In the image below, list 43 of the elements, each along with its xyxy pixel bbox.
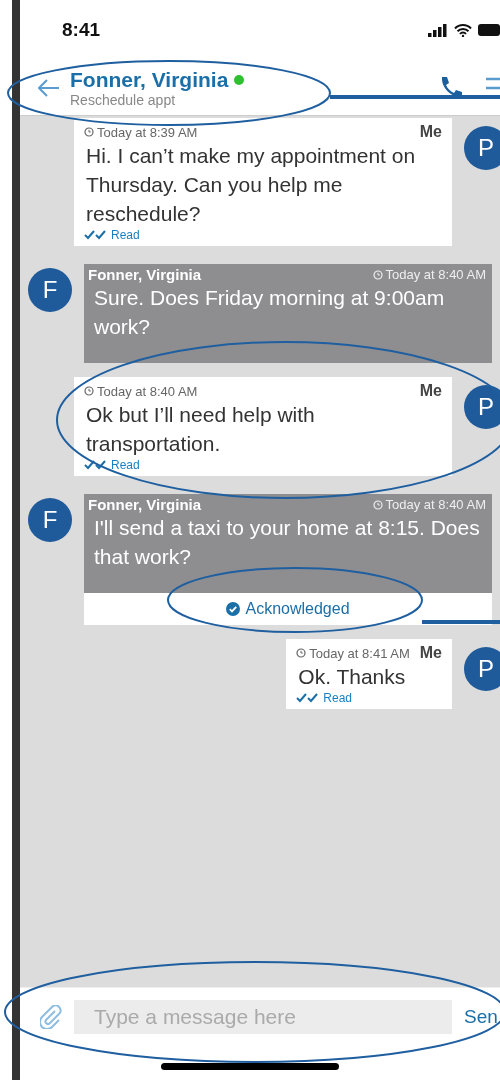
message-time: Today at 8:40 AM bbox=[84, 383, 198, 399]
paperclip-icon[interactable] bbox=[40, 1004, 62, 1029]
message-text: I'll send a taxi to your home at 8:15. Does that work? bbox=[93, 515, 481, 570]
signal-icon bbox=[428, 23, 448, 37]
clock-icon bbox=[296, 648, 307, 658]
back-arrow-icon[interactable] bbox=[38, 78, 60, 97]
sender-name: Me bbox=[419, 382, 442, 400]
message-time: Today at 8:41 AM bbox=[296, 645, 410, 661]
read-status: Read bbox=[111, 458, 140, 472]
sender-name: Fonner, Virginia bbox=[88, 266, 202, 283]
acknowledged-label: Acknowledged bbox=[84, 593, 492, 625]
avatar[interactable]: F bbox=[28, 498, 72, 542]
message-text: Sure. Does Friday morning at 9:00am work? bbox=[93, 285, 446, 340]
double-check-icon bbox=[296, 693, 321, 703]
contact-name: Fonner, Virginia bbox=[70, 67, 229, 92]
read-status: Read bbox=[323, 691, 352, 705]
clock-icon bbox=[84, 127, 94, 137]
sender-name: Me bbox=[419, 644, 442, 662]
message-text: Ok but I’ll need help with transportation. bbox=[85, 402, 316, 457]
read-status: Read bbox=[111, 228, 140, 242]
message-time: Today at 8:40 AM bbox=[372, 267, 486, 282]
avatar[interactable]: P bbox=[464, 647, 500, 691]
sender-name: Fonner, Virginia bbox=[88, 496, 202, 513]
status-time: 8:41 bbox=[62, 19, 101, 41]
wifi-icon bbox=[454, 23, 472, 37]
sender-name: Me bbox=[419, 123, 442, 141]
clock-icon bbox=[84, 386, 94, 396]
check-circle-icon bbox=[226, 602, 241, 616]
clock-icon bbox=[372, 499, 383, 510]
message-text: Ok. Thanks bbox=[297, 664, 407, 690]
message-time: Today at 8:40 AM bbox=[372, 497, 486, 512]
message-input[interactable]: Type a message here bbox=[74, 999, 452, 1034]
avatar[interactable]: P bbox=[464, 126, 500, 170]
avatar[interactable]: P bbox=[464, 385, 500, 429]
avatar[interactable]: F bbox=[28, 268, 72, 312]
send-button[interactable]: Sen bbox=[464, 1005, 498, 1028]
clock-icon bbox=[372, 269, 383, 280]
double-check-icon bbox=[84, 230, 108, 240]
conversation-subject: Reschedule appt bbox=[70, 91, 177, 108]
battery-icon bbox=[478, 24, 500, 36]
message-text: Hi. I can’t make my appointment on Thursday. Can you help me reschedule? bbox=[85, 143, 417, 227]
double-check-icon bbox=[84, 460, 108, 470]
message-time: Today at 8:39 AM bbox=[84, 124, 198, 140]
